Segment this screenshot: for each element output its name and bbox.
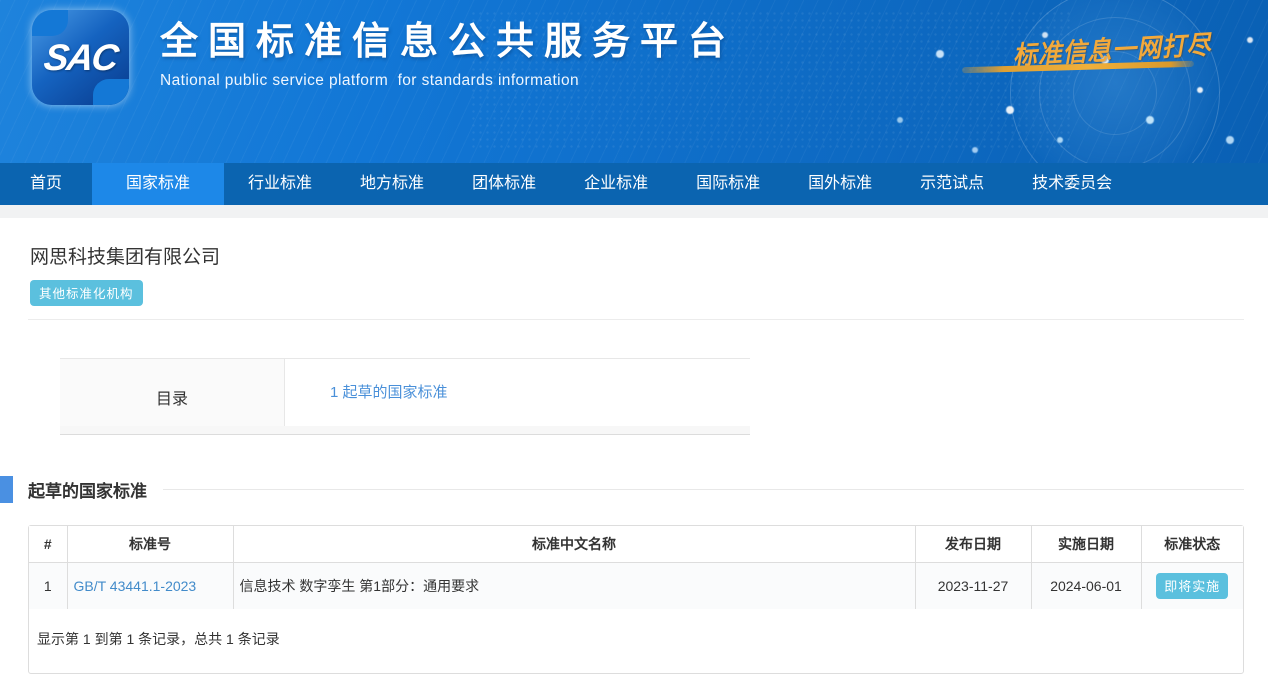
nav-item-label: 行业标准 <box>248 175 312 192</box>
table-header-row: # 标准号 标准中文名称 发布日期 实施日期 标准状态 <box>29 526 1243 563</box>
col-header-status: 标准状态 <box>1141 526 1243 563</box>
org-type-badge: 其他标准化机构 <box>30 280 143 306</box>
standard-no-link[interactable]: GB/T 43441.1-2023 <box>74 578 197 594</box>
nav-item-local-standards[interactable]: 地方标准 <box>336 163 448 205</box>
cell-standard-no: GB/T 43441.1-2023 <box>67 563 233 610</box>
col-header-name-cn: 标准中文名称 <box>233 526 915 563</box>
standards-table-container: # 标准号 标准中文名称 发布日期 实施日期 标准状态 1 GB/T 43441… <box>28 525 1244 674</box>
nav-item-international-standards[interactable]: 国际标准 <box>672 163 784 205</box>
cell-publish-date: 2023-11-27 <box>915 563 1031 610</box>
nav-item-enterprise-standards[interactable]: 企业标准 <box>560 163 672 205</box>
cell-index: 1 <box>29 563 67 610</box>
main-nav: 首页 国家标准 行业标准 地方标准 团体标准 企业标准 国际标准 国外标准 示范… <box>0 163 1268 205</box>
toc-link-drafted-standards[interactable]: 1 起草的国家标准 <box>330 384 448 401</box>
nav-item-technical-committee[interactable]: 技术委员会 <box>1008 163 1136 205</box>
col-header-index: # <box>29 526 67 563</box>
nav-item-label: 国家标准 <box>126 175 190 192</box>
main-content: 网思科技集团有限公司 其他标准化机构 目录 1 起草的国家标准 起草的国家标准 … <box>0 246 1268 674</box>
toc-bottom-strip <box>60 426 750 434</box>
nav-item-label: 团体标准 <box>472 175 536 192</box>
nav-item-label: 国际标准 <box>696 175 760 192</box>
nav-item-label: 国外标准 <box>808 175 872 192</box>
sac-logo-text: SAC <box>25 10 135 105</box>
nav-item-label: 示范试点 <box>920 175 984 192</box>
nav-item-pilot-demo[interactable]: 示范试点 <box>896 163 1008 205</box>
cell-implement-date: 2024-06-01 <box>1031 563 1141 610</box>
table-row: 1 GB/T 43441.1-2023 信息技术 数字孪生 第1部分：通用要求 … <box>29 563 1243 610</box>
nav-item-label: 地方标准 <box>360 175 424 192</box>
col-header-implement-date: 实施日期 <box>1031 526 1141 563</box>
nav-item-national-standards[interactable]: 国家标准 <box>92 163 224 205</box>
nav-item-label: 首页 <box>30 175 62 192</box>
nav-item-label: 企业标准 <box>584 175 648 192</box>
site-banner: SAC 全国标准信息公共服务平台 National public service… <box>0 0 1268 163</box>
toc-label: 目录 <box>60 359 285 434</box>
status-badge: 即将实施 <box>1156 573 1228 599</box>
section-header: 起草的国家标准 <box>0 476 1268 503</box>
nav-item-group-standards[interactable]: 团体标准 <box>448 163 560 205</box>
toc-body: 1 起草的国家标准 <box>285 359 750 434</box>
org-name: 网思科技集团有限公司 <box>30 246 1240 270</box>
nav-item-foreign-standards[interactable]: 国外标准 <box>784 163 896 205</box>
nav-item-label: 技术委员会 <box>1032 175 1112 192</box>
site-subtitle: National public service platform for sta… <box>160 72 736 90</box>
section-rule <box>163 489 1244 490</box>
globe-graphic <box>1010 0 1220 163</box>
page-gap-band <box>0 205 1268 218</box>
site-title: 全国标准信息公共服务平台 <box>160 19 736 65</box>
col-header-standard-no: 标准号 <box>67 526 233 563</box>
cell-status: 即将实施 <box>1141 563 1243 610</box>
standards-table: # 标准号 标准中文名称 发布日期 实施日期 标准状态 1 GB/T 43441… <box>29 526 1243 609</box>
toc-box: 目录 1 起草的国家标准 <box>60 358 750 435</box>
divider <box>28 319 1244 320</box>
cell-name-cn: 信息技术 数字孪生 第1部分：通用要求 <box>233 563 915 610</box>
nav-item-home[interactable]: 首页 <box>0 163 92 205</box>
sac-logo[interactable]: SAC <box>32 10 129 105</box>
glow-dots <box>0 0 4 4</box>
section-title: 起草的国家标准 <box>28 477 147 502</box>
table-record-summary: 显示第 1 到第 1 条记录，总共 1 条记录 <box>29 609 1243 673</box>
section-marker <box>0 476 13 503</box>
site-titles: 全国标准信息公共服务平台 National public service pla… <box>160 19 736 90</box>
col-header-publish-date: 发布日期 <box>915 526 1031 563</box>
nav-item-industry-standards[interactable]: 行业标准 <box>224 163 336 205</box>
